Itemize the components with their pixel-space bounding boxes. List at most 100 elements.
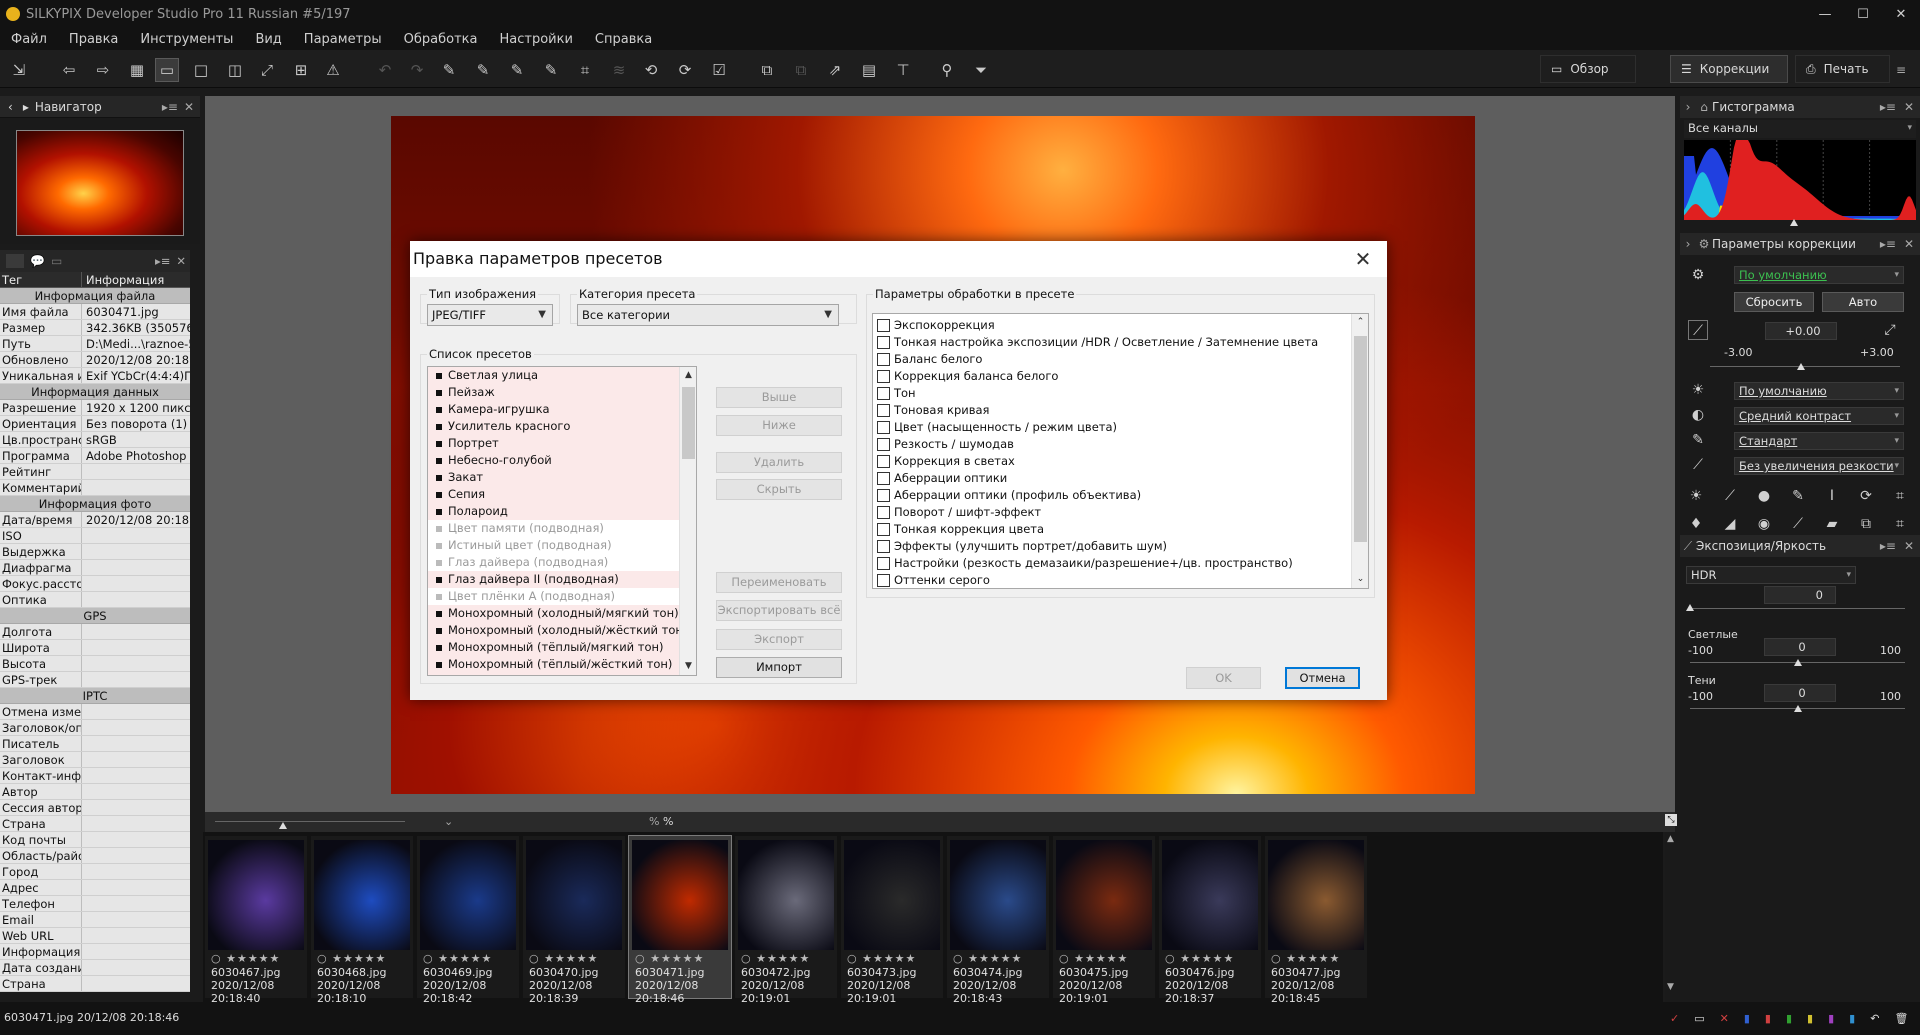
tool-i-icon[interactable]: Ⅰ <box>1822 486 1842 506</box>
label-icon[interactable]: ▭ <box>1694 1012 1704 1025</box>
checkbox[interactable] <box>877 387 890 400</box>
info-row[interactable]: ISO <box>0 528 190 544</box>
preset-item[interactable]: Светлая улица <box>428 367 696 384</box>
hide-button[interactable]: Скрыть <box>716 479 842 500</box>
trash-icon[interactable]: 🗑 <box>1894 1012 1908 1025</box>
prev-image-icon[interactable]: ⇦ <box>58 59 80 81</box>
checkbox[interactable] <box>877 489 890 502</box>
panel-menu-icon[interactable]: ▸≡ <box>162 100 178 114</box>
eraser-icon[interactable]: ▰ <box>1822 514 1842 534</box>
rating-stars-icon[interactable]: ○ ★★★★★ <box>1271 952 1340 965</box>
checkbox[interactable] <box>877 404 890 417</box>
info-row[interactable]: Город <box>0 864 190 880</box>
filmstrip-thumb[interactable]: ○ ★★★★★ 6030473.jpg 2020/12/08 20:19:01 <box>841 836 943 1005</box>
exposure-icon[interactable]: ⟋ <box>1688 320 1708 340</box>
highlights-knob[interactable] <box>1794 659 1802 666</box>
rotate-tool-icon[interactable]: ⟳ <box>1856 486 1876 506</box>
info-row[interactable]: Разрешение 1920 x 1200 пиксел <box>0 400 190 416</box>
preset-item[interactable]: Цвет плёнки A (подводная) <box>428 588 696 605</box>
filmstrip-thumb[interactable]: ○ ★★★★★ 6030472.jpg 2020/12/08 20:19:01 <box>735 836 837 1005</box>
exposure-value[interactable]: +0.00 <box>1765 322 1837 340</box>
menu-help[interactable]: Справка <box>584 32 663 47</box>
info-row[interactable]: Высота <box>0 656 190 672</box>
param-checkbox-row[interactable]: Настройки (резкость демазаики/разрешение… <box>873 555 1368 572</box>
shadows-value[interactable]: 0 <box>1764 684 1836 702</box>
filmstrip-thumb[interactable]: ○ ★★★★★ 6030468.jpg 2020/12/08 20:18:10 <box>311 836 413 1005</box>
info-row[interactable]: Обновлено 2020/12/08 20:18:46 <box>0 352 190 368</box>
rating-stars-icon[interactable]: ○ ★★★★★ <box>953 952 1022 965</box>
sharpness-icon[interactable]: ⟋ <box>1688 455 1708 475</box>
params-scroll-up-icon[interactable]: ⌃ <box>1352 314 1368 331</box>
preset-item[interactable]: Усилитель красного <box>428 418 696 435</box>
preset-item[interactable]: Монохромный (тёплый/жёсткий тон) <box>428 656 696 673</box>
params-close-icon[interactable]: ✕ <box>1904 237 1914 251</box>
menu-view[interactable]: Вид <box>244 32 292 47</box>
checkbox[interactable] <box>877 319 890 332</box>
params-expand-icon[interactable]: › <box>1680 237 1696 251</box>
rating-stars-icon[interactable]: ○ ★★★★★ <box>1165 952 1234 965</box>
crop-icon[interactable]: ⌗ <box>574 59 596 81</box>
preset-item[interactable]: Пейзаж <box>428 384 696 401</box>
scroll-up-icon[interactable]: ▲ <box>1667 834 1674 844</box>
accept-icon[interactable]: ✓ <box>1670 1012 1679 1025</box>
filmstrip-thumb[interactable]: ○ ★★★★★ 6030471.jpg 2020/12/08 20:18:46 <box>628 835 732 1005</box>
preset-item[interactable]: Монохромный (тёплый/мягкий тон) <box>428 639 696 656</box>
info-row[interactable]: Программа Adobe Photoshop C <box>0 448 190 464</box>
preset-select[interactable]: По умолчанию ▾ <box>1734 266 1904 284</box>
info-row[interactable]: Web URL <box>0 928 190 944</box>
preset-list[interactable]: Светлая улица Пейзаж Камера-игрушка Усилите… <box>427 366 697 676</box>
param-checkbox-row[interactable]: Тоновая кривая <box>873 402 1368 419</box>
curve-icon[interactable]: ⟋ <box>1720 486 1740 506</box>
rotate-left-icon[interactable]: ⟲ <box>640 59 662 81</box>
info-row[interactable]: Автор <box>0 784 190 800</box>
label-cyan-icon[interactable]: ▮ <box>1849 1012 1855 1025</box>
info-row[interactable]: Комментарий <box>0 480 190 496</box>
rating-stars-icon[interactable]: ○ ★★★★★ <box>317 952 386 965</box>
develop-mode-button[interactable]: ☰ Коррекции <box>1670 55 1788 83</box>
list-scroll-down-icon[interactable]: ▼ <box>680 658 696 675</box>
filmstrip-thumb[interactable]: ○ ★★★★★ 6030470.jpg 2020/12/08 20:18:39 <box>523 836 625 1005</box>
info-row[interactable]: Диафрагма <box>0 560 190 576</box>
rating-stars-icon[interactable]: ○ ★★★★★ <box>423 952 492 965</box>
pen-icon[interactable]: ✎ <box>1788 486 1808 506</box>
ok-button[interactable]: OK <box>1186 667 1261 689</box>
preset-item[interactable]: Камера-игрушка <box>428 401 696 418</box>
param-checkbox-row[interactable]: Резкость / шумодав <box>873 436 1368 453</box>
params-scroll-thumb[interactable] <box>1354 336 1367 542</box>
info-row[interactable]: Заголовок <box>0 752 190 768</box>
rating-stars-icon[interactable]: ○ ★★★★★ <box>847 952 916 965</box>
filmstrip-thumb[interactable]: ○ ★★★★★ 6030467.jpg 2020/12/08 20:18:40 <box>205 836 307 1005</box>
navigator-thumbnail[interactable] <box>16 130 184 236</box>
develop-icon[interactable]: ▤ <box>858 59 880 81</box>
param-checkbox-row[interactable]: Оттенки серого <box>873 572 1368 588</box>
info-row[interactable]: Ориентация Без поворота (1) <box>0 416 190 432</box>
info-row[interactable]: Писатель <box>0 736 190 752</box>
info-row[interactable]: Фокус.расстоя <box>0 576 190 592</box>
filmstrip-thumb[interactable]: ○ ★★★★★ 6030475.jpg 2020/12/08 20:19:01 <box>1053 836 1155 1005</box>
navigator-close-icon[interactable]: ✕ <box>184 100 194 114</box>
exposure-panel-menu-icon[interactable]: ▸≡ <box>1880 539 1896 553</box>
exposure-slider[interactable] <box>1710 366 1900 367</box>
param-checkbox-row[interactable]: Аберрации оптики (профиль объектива) <box>873 487 1368 504</box>
reset-button[interactable]: Сбросить <box>1734 292 1814 312</box>
undo-status-icon[interactable]: ↶ <box>1870 1012 1879 1025</box>
undo-icon[interactable]: ↶ <box>374 59 396 81</box>
print-mode-button[interactable]: ⎙ Печать <box>1795 55 1890 83</box>
thumbnail-grid-icon[interactable]: ▦ <box>126 59 148 81</box>
exposure-knob[interactable] <box>1797 363 1805 370</box>
check-icon[interactable]: ☑ <box>708 59 730 81</box>
menu-file[interactable]: Файл <box>0 32 58 47</box>
checkbox[interactable] <box>877 574 890 587</box>
info-panel-close-icon[interactable]: ✕ <box>176 254 186 268</box>
rating-stars-icon[interactable]: ○ ★★★★★ <box>211 952 280 965</box>
import-button[interactable]: Импорт <box>716 657 842 678</box>
menu-edit[interactable]: Правка <box>58 32 129 47</box>
info-row[interactable]: Email <box>0 912 190 928</box>
label-green-icon[interactable]: ▮ <box>1786 1012 1792 1025</box>
preset-item[interactable]: Жёлтый монохромный <box>428 673 696 675</box>
brush-icon[interactable]: ⟋ <box>1788 514 1808 534</box>
preset-item[interactable]: Портрет <box>428 435 696 452</box>
preset-item[interactable]: Монохромный (холодный/жёсткий тон) <box>428 622 696 639</box>
checkbox[interactable] <box>877 455 890 468</box>
checkbox[interactable] <box>877 370 890 383</box>
